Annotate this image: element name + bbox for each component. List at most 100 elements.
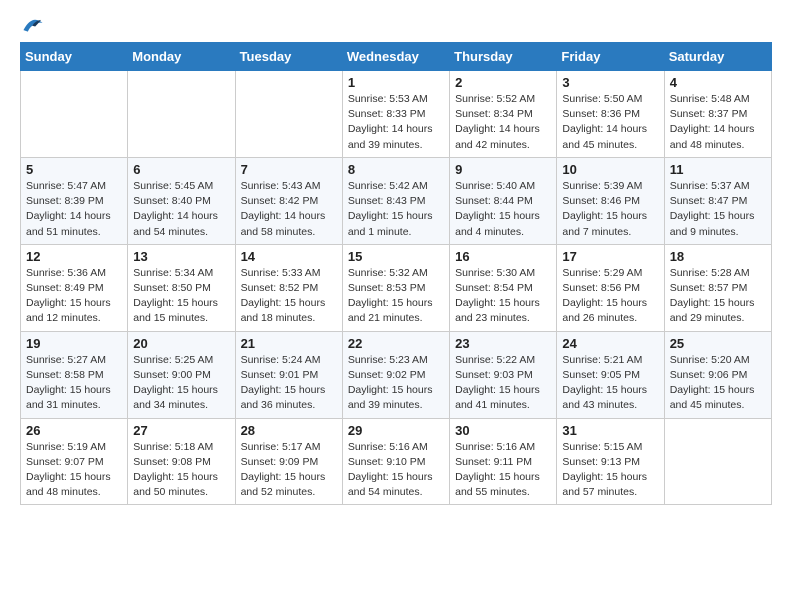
day-info: Sunrise: 5:42 AM Sunset: 8:43 PM Dayligh… [348, 179, 444, 240]
day-info: Sunrise: 5:24 AM Sunset: 9:01 PM Dayligh… [241, 353, 337, 414]
day-info: Sunrise: 5:48 AM Sunset: 8:37 PM Dayligh… [670, 92, 766, 153]
day-number: 6 [133, 162, 229, 177]
day-number: 22 [348, 336, 444, 351]
day-number: 14 [241, 249, 337, 264]
weekday-header-saturday: Saturday [664, 43, 771, 71]
calendar-day-cell: 23 Sunrise: 5:22 AM Sunset: 9:03 PM Dayli… [450, 331, 557, 418]
calendar-day-cell: 28 Sunrise: 5:17 AM Sunset: 9:09 PM Dayli… [235, 418, 342, 505]
day-number: 13 [133, 249, 229, 264]
calendar-day-cell: 26Sunrise: 5:19 AM Sunset: 9:07 PM Dayli… [21, 418, 128, 505]
calendar-day-cell: 25 Sunrise: 5:20 AM Sunset: 9:06 PM Dayli… [664, 331, 771, 418]
day-info: Sunrise: 5:34 AM Sunset: 8:50 PM Dayligh… [133, 266, 229, 327]
day-info: Sunrise: 5:45 AM Sunset: 8:40 PM Dayligh… [133, 179, 229, 240]
day-info: Sunrise: 5:53 AM Sunset: 8:33 PM Dayligh… [348, 92, 444, 153]
day-info: Sunrise: 5:50 AM Sunset: 8:36 PM Dayligh… [562, 92, 658, 153]
day-number: 25 [670, 336, 766, 351]
day-number: 21 [241, 336, 337, 351]
weekday-header-sunday: Sunday [21, 43, 128, 71]
day-info: Sunrise: 5:16 AM Sunset: 9:10 PM Dayligh… [348, 440, 444, 501]
day-info: Sunrise: 5:28 AM Sunset: 8:57 PM Dayligh… [670, 266, 766, 327]
day-number: 2 [455, 75, 551, 90]
calendar-day-cell: 7 Sunrise: 5:43 AM Sunset: 8:42 PM Daylig… [235, 157, 342, 244]
weekday-header-wednesday: Wednesday [342, 43, 449, 71]
day-info: Sunrise: 5:40 AM Sunset: 8:44 PM Dayligh… [455, 179, 551, 240]
calendar-week-row: 19 Sunrise: 5:27 AM Sunset: 8:58 PM Dayli… [21, 331, 772, 418]
weekday-header-friday: Friday [557, 43, 664, 71]
logo [20, 16, 46, 34]
day-number: 4 [670, 75, 766, 90]
day-number: 18 [670, 249, 766, 264]
day-number: 11 [670, 162, 766, 177]
day-info: Sunrise: 5:52 AM Sunset: 8:34 PM Dayligh… [455, 92, 551, 153]
day-number: 28 [241, 423, 337, 438]
calendar-empty-cell [128, 71, 235, 158]
weekday-header-tuesday: Tuesday [235, 43, 342, 71]
calendar-day-cell: 2 Sunrise: 5:52 AM Sunset: 8:34 PM Daylig… [450, 71, 557, 158]
day-info: Sunrise: 5:16 AM Sunset: 9:11 PM Dayligh… [455, 440, 551, 501]
calendar-day-cell: 6 Sunrise: 5:45 AM Sunset: 8:40 PM Daylig… [128, 157, 235, 244]
day-info: Sunrise: 5:32 AM Sunset: 8:53 PM Dayligh… [348, 266, 444, 327]
day-number: 15 [348, 249, 444, 264]
calendar-empty-cell [21, 71, 128, 158]
day-number: 12 [26, 249, 122, 264]
day-number: 26 [26, 423, 122, 438]
day-number: 3 [562, 75, 658, 90]
calendar-day-cell: 31 Sunrise: 5:15 AM Sunset: 9:13 PM Dayli… [557, 418, 664, 505]
calendar-day-cell: 15 Sunrise: 5:32 AM Sunset: 8:53 PM Dayli… [342, 244, 449, 331]
page: SundayMondayTuesdayWednesdayThursdayFrid… [0, 0, 792, 521]
weekday-header-monday: Monday [128, 43, 235, 71]
day-info: Sunrise: 5:29 AM Sunset: 8:56 PM Dayligh… [562, 266, 658, 327]
calendar-table: SundayMondayTuesdayWednesdayThursdayFrid… [20, 42, 772, 505]
day-number: 31 [562, 423, 658, 438]
calendar-week-row: 12Sunrise: 5:36 AM Sunset: 8:49 PM Dayli… [21, 244, 772, 331]
day-number: 29 [348, 423, 444, 438]
day-number: 19 [26, 336, 122, 351]
day-info: Sunrise: 5:18 AM Sunset: 9:08 PM Dayligh… [133, 440, 229, 501]
day-info: Sunrise: 5:43 AM Sunset: 8:42 PM Dayligh… [241, 179, 337, 240]
day-info: Sunrise: 5:21 AM Sunset: 9:05 PM Dayligh… [562, 353, 658, 414]
calendar-week-row: 1Sunrise: 5:53 AM Sunset: 8:33 PM Daylig… [21, 71, 772, 158]
day-info: Sunrise: 5:20 AM Sunset: 9:06 PM Dayligh… [670, 353, 766, 414]
calendar-day-cell: 12Sunrise: 5:36 AM Sunset: 8:49 PM Dayli… [21, 244, 128, 331]
calendar-day-cell: 24Sunrise: 5:21 AM Sunset: 9:05 PM Dayli… [557, 331, 664, 418]
calendar-day-cell: 16 Sunrise: 5:30 AM Sunset: 8:54 PM Dayli… [450, 244, 557, 331]
calendar-day-cell: 5 Sunrise: 5:47 AM Sunset: 8:39 PM Daylig… [21, 157, 128, 244]
calendar-day-cell: 30 Sunrise: 5:16 AM Sunset: 9:11 PM Dayli… [450, 418, 557, 505]
calendar-day-cell: 18 Sunrise: 5:28 AM Sunset: 8:57 PM Dayli… [664, 244, 771, 331]
day-info: Sunrise: 5:22 AM Sunset: 9:03 PM Dayligh… [455, 353, 551, 414]
calendar-day-cell: 17 Sunrise: 5:29 AM Sunset: 8:56 PM Dayli… [557, 244, 664, 331]
calendar-day-cell: 10Sunrise: 5:39 AM Sunset: 8:46 PM Dayli… [557, 157, 664, 244]
calendar-day-cell: 27 Sunrise: 5:18 AM Sunset: 9:08 PM Dayli… [128, 418, 235, 505]
day-info: Sunrise: 5:15 AM Sunset: 9:13 PM Dayligh… [562, 440, 658, 501]
calendar-week-row: 5 Sunrise: 5:47 AM Sunset: 8:39 PM Daylig… [21, 157, 772, 244]
day-info: Sunrise: 5:17 AM Sunset: 9:09 PM Dayligh… [241, 440, 337, 501]
weekday-header-thursday: Thursday [450, 43, 557, 71]
day-number: 9 [455, 162, 551, 177]
header [20, 16, 772, 34]
day-number: 16 [455, 249, 551, 264]
calendar-day-cell: 1Sunrise: 5:53 AM Sunset: 8:33 PM Daylig… [342, 71, 449, 158]
calendar-day-cell: 9 Sunrise: 5:40 AM Sunset: 8:44 PM Daylig… [450, 157, 557, 244]
logo-bird-icon [22, 16, 44, 34]
day-number: 17 [562, 249, 658, 264]
day-info: Sunrise: 5:23 AM Sunset: 9:02 PM Dayligh… [348, 353, 444, 414]
calendar-day-cell: 8 Sunrise: 5:42 AM Sunset: 8:43 PM Daylig… [342, 157, 449, 244]
day-number: 7 [241, 162, 337, 177]
day-info: Sunrise: 5:27 AM Sunset: 8:58 PM Dayligh… [26, 353, 122, 414]
calendar-day-cell: 22 Sunrise: 5:23 AM Sunset: 9:02 PM Dayli… [342, 331, 449, 418]
day-info: Sunrise: 5:37 AM Sunset: 8:47 PM Dayligh… [670, 179, 766, 240]
day-number: 8 [348, 162, 444, 177]
day-number: 30 [455, 423, 551, 438]
day-number: 23 [455, 336, 551, 351]
day-info: Sunrise: 5:33 AM Sunset: 8:52 PM Dayligh… [241, 266, 337, 327]
weekday-header-row: SundayMondayTuesdayWednesdayThursdayFrid… [21, 43, 772, 71]
calendar-day-cell: 19 Sunrise: 5:27 AM Sunset: 8:58 PM Dayli… [21, 331, 128, 418]
day-info: Sunrise: 5:47 AM Sunset: 8:39 PM Dayligh… [26, 179, 122, 240]
calendar-empty-cell [235, 71, 342, 158]
day-number: 5 [26, 162, 122, 177]
day-info: Sunrise: 5:30 AM Sunset: 8:54 PM Dayligh… [455, 266, 551, 327]
calendar-day-cell: 21 Sunrise: 5:24 AM Sunset: 9:01 PM Dayli… [235, 331, 342, 418]
day-number: 27 [133, 423, 229, 438]
day-info: Sunrise: 5:39 AM Sunset: 8:46 PM Dayligh… [562, 179, 658, 240]
calendar-empty-cell [664, 418, 771, 505]
